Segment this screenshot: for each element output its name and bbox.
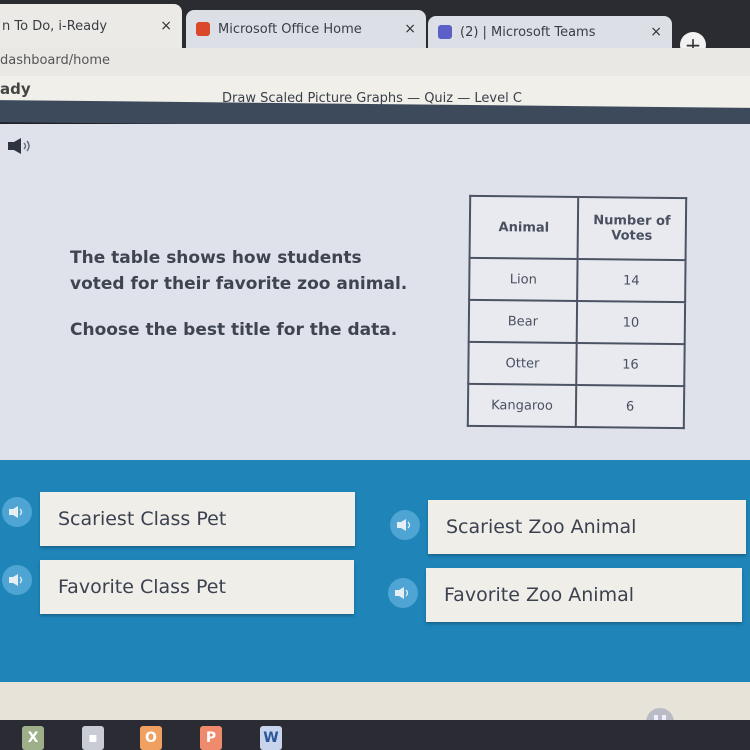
choice-label: Favorite Class Pet (58, 576, 226, 598)
table-row: Lion 14 (469, 257, 686, 303)
office-glyph: O (145, 730, 157, 746)
question-prompt: The table shows how students voted for t… (70, 245, 407, 363)
choice-label: Scariest Zoo Animal (446, 516, 637, 538)
word-icon[interactable]: W (260, 726, 282, 750)
cell-votes: 10 (576, 301, 686, 345)
browser-tab-strip: n To Do, i-Ready × Microsoft Office Home… (0, 0, 750, 58)
speaker-icon[interactable] (2, 565, 32, 595)
speaker-icon[interactable] (2, 497, 32, 527)
prompt-instruction: Choose the best title for the data. (70, 320, 398, 340)
close-icon[interactable]: × (160, 18, 172, 34)
table-row: Bear 10 (468, 299, 686, 345)
speaker-icon[interactable] (390, 510, 420, 540)
tab-title: (2) | Microsoft Teams (460, 24, 596, 40)
speaker-icon[interactable] (388, 578, 418, 608)
tab-title: n To Do, i-Ready (2, 18, 108, 34)
tab-teams[interactable]: (2) | Microsoft Teams × (428, 16, 672, 48)
table-row: Otter 16 (468, 341, 685, 387)
close-icon[interactable]: × (650, 24, 662, 40)
header-animal: Animal (469, 195, 579, 260)
excel-icon[interactable]: X (22, 726, 44, 750)
cell-votes: 16 (576, 342, 685, 387)
choice-label: Scariest Class Pet (58, 508, 227, 530)
choice-favorite-class-pet[interactable]: Favorite Class Pet (40, 560, 354, 614)
choice-favorite-zoo-animal[interactable]: Favorite Zoo Animal (426, 568, 742, 622)
store-icon[interactable]: ▪ (82, 726, 104, 750)
cell-votes: 6 (575, 384, 685, 429)
tab-title: Microsoft Office Home (218, 21, 362, 37)
close-icon[interactable]: × (404, 21, 416, 37)
office-logo-icon (196, 22, 210, 36)
excel-glyph: X (27, 730, 39, 746)
prompt-line-1: The table shows how students (70, 248, 362, 268)
speaker-icon[interactable] (8, 138, 32, 154)
cell-animal: Kangaroo (467, 383, 577, 427)
word-glyph: W (263, 730, 279, 746)
choice-label: Favorite Zoo Animal (444, 584, 635, 606)
os-taskbar (0, 720, 750, 750)
address-bar[interactable]: dashboard/home (0, 48, 750, 76)
tab-office-home[interactable]: Microsoft Office Home × (186, 10, 426, 48)
header-votes: Number of Votes (577, 197, 687, 261)
url-text: dashboard/home (0, 53, 111, 68)
table-header-row: Animal Number of Votes (469, 195, 687, 261)
table-row: Kangaroo 6 (467, 383, 685, 429)
votes-table: Animal Number of Votes Lion 14 Bear 10 O… (466, 194, 688, 430)
cell-votes: 14 (577, 259, 686, 303)
store-glyph: ▪ (88, 730, 98, 746)
choice-scariest-class-pet[interactable]: Scariest Class Pet (40, 492, 355, 546)
tab-iready[interactable]: n To Do, i-Ready × (0, 4, 182, 48)
teams-logo-icon (438, 25, 452, 39)
quiz-footer (0, 682, 750, 722)
cell-animal: Lion (469, 257, 578, 302)
brand-logo: ady (0, 80, 31, 98)
powerpoint-glyph: P (205, 730, 217, 746)
cell-animal: Bear (468, 299, 578, 343)
office-icon[interactable]: O (140, 726, 162, 750)
choice-scariest-zoo-animal[interactable]: Scariest Zoo Animal (428, 500, 746, 554)
powerpoint-icon[interactable]: P (200, 726, 222, 750)
prompt-line-2: voted for their favorite zoo animal. (70, 274, 408, 294)
cell-animal: Otter (468, 341, 577, 385)
